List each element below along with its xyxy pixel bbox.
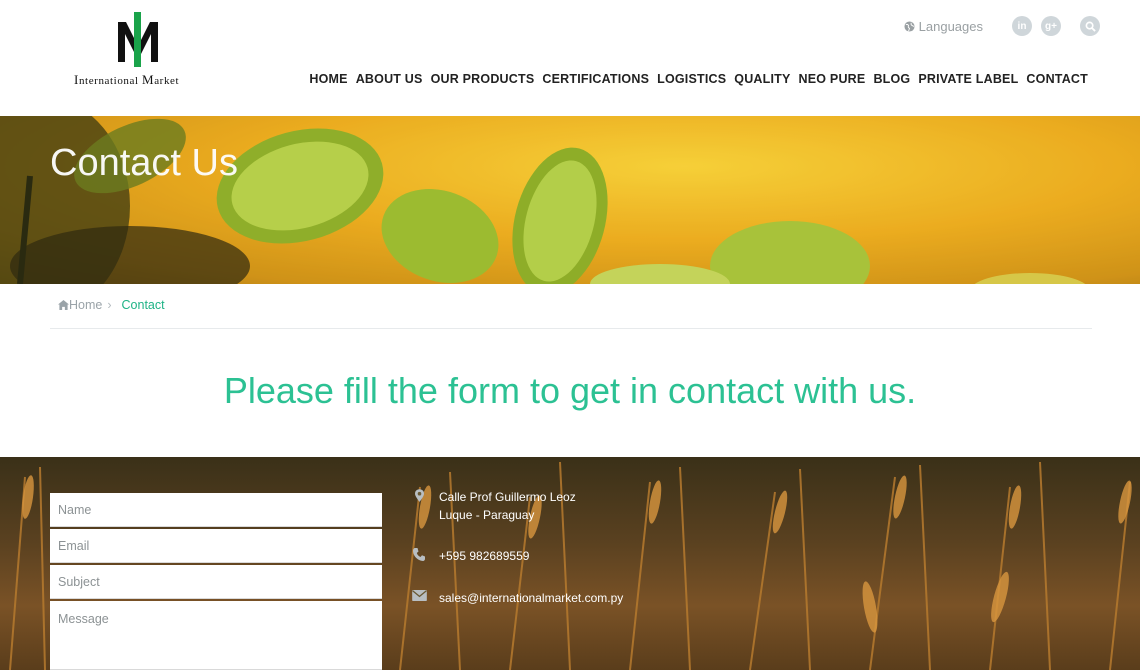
logo-wordmark: International Market [74, 72, 180, 87]
breadcrumb-separator: › [107, 298, 112, 312]
search-icon[interactable] [1080, 16, 1100, 36]
email-info: sales@internationalmarket.com.py [410, 589, 623, 607]
breadcrumb-home-label: Home [69, 298, 103, 312]
linkedin-icon[interactable]: in [1012, 16, 1032, 36]
phone-info: +595 982689559 [410, 547, 529, 565]
nav-private-label[interactable]: PRIVATE LABEL [918, 72, 1018, 86]
map-marker-icon [414, 489, 424, 502]
languages-label: Languages [918, 18, 983, 34]
logo-mark-icon [118, 12, 158, 67]
breadcrumb-current: Contact [121, 298, 165, 312]
page-title: Contact Us [50, 142, 238, 184]
nav-our-products[interactable]: OUR PRODUCTS [431, 72, 535, 86]
contact-headline: Please fill the form to get in contact w… [223, 370, 917, 411]
nav-about-us[interactable]: ABOUT US [356, 72, 423, 86]
languages-selector[interactable]: Languages [904, 19, 983, 34]
phone-number[interactable]: +595 982689559 [439, 547, 529, 565]
nav-certifications[interactable]: CERTIFICATIONS [542, 72, 649, 86]
nav-contact[interactable]: CONTACT [1026, 72, 1088, 86]
phone-icon [413, 548, 425, 561]
page-banner: Contact Us [0, 116, 1140, 284]
home-icon [58, 300, 69, 310]
name-field[interactable]: Name [50, 493, 382, 527]
email-address[interactable]: sales@internationalmarket.com.py [439, 589, 623, 607]
nav-quality[interactable]: QUALITY [734, 72, 790, 86]
address-line-2: Luque - Paraguay [439, 508, 535, 522]
nav-logistics[interactable]: LOGISTICS [657, 72, 726, 86]
google-plus-icon[interactable]: g+ [1041, 16, 1061, 36]
top-tools: Languages in g+ [904, 15, 1100, 37]
site-header: International Market Languages in g+ HOM… [0, 0, 1140, 116]
divider [50, 328, 1092, 329]
globe-icon [904, 20, 915, 32]
message-field[interactable]: Message [50, 601, 382, 670]
subject-field[interactable]: Subject [50, 565, 382, 599]
envelope-icon [411, 590, 427, 601]
address-line-1: Calle Prof Guillermo Leoz [439, 490, 576, 504]
address-info: Calle Prof Guillermo Leoz Luque - Paragu… [410, 488, 576, 524]
nav-blog[interactable]: BLOG [873, 72, 910, 86]
site-logo[interactable]: International Market [74, 12, 204, 87]
email-field[interactable]: Email [50, 529, 382, 563]
main-nav: HOME ABOUT US OUR PRODUCTS CERTIFICATION… [301, 72, 1088, 86]
breadcrumb-home[interactable]: Home [58, 298, 102, 312]
breadcrumb: Home › Contact [58, 298, 165, 312]
nav-home[interactable]: HOME [309, 72, 347, 86]
nav-neo-pure[interactable]: NEO PURE [799, 72, 866, 86]
